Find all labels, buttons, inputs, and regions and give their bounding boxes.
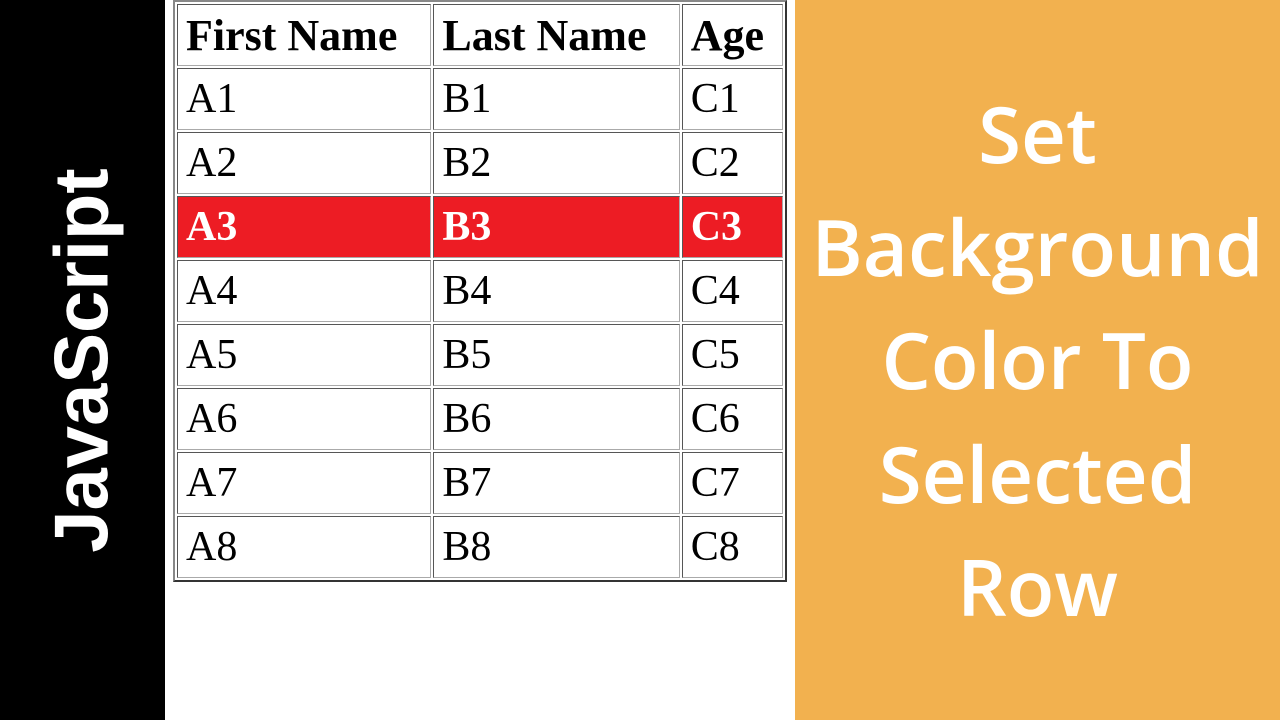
table-row[interactable]: A5B5C5 — [177, 324, 783, 386]
table-cell[interactable]: C5 — [682, 324, 783, 386]
table-cell[interactable]: C3 — [682, 196, 783, 258]
table-row[interactable]: A8B8C8 — [177, 516, 783, 578]
table-cell[interactable]: A3 — [177, 196, 431, 258]
data-table[interactable]: First Name Last Name Age A1B1C1A2B2C2A3B… — [173, 0, 787, 582]
table-cell[interactable]: A7 — [177, 452, 431, 514]
table-cell[interactable]: A8 — [177, 516, 431, 578]
table-cell[interactable]: B3 — [433, 196, 679, 258]
table-cell[interactable]: B6 — [433, 388, 679, 450]
brand-label: JavaScript — [39, 168, 126, 552]
col-header-first-name: First Name — [177, 4, 431, 66]
left-sidebar: JavaScript — [0, 0, 165, 720]
table-cell[interactable]: C4 — [682, 260, 783, 322]
table-cell[interactable]: B8 — [433, 516, 679, 578]
table-row[interactable]: A2B2C2 — [177, 132, 783, 194]
table-cell[interactable]: C7 — [682, 452, 783, 514]
table-cell[interactable]: B5 — [433, 324, 679, 386]
table-cell[interactable]: A1 — [177, 68, 431, 130]
table-cell[interactable]: B4 — [433, 260, 679, 322]
table-row[interactable]: A7B7C7 — [177, 452, 783, 514]
table-row[interactable]: A6B6C6 — [177, 388, 783, 450]
table-cell[interactable]: C1 — [682, 68, 783, 130]
table-header-row: First Name Last Name Age — [177, 4, 783, 66]
table-cell[interactable]: A5 — [177, 324, 431, 386]
table-cell[interactable]: C6 — [682, 388, 783, 450]
table-cell[interactable]: C2 — [682, 132, 783, 194]
table-cell[interactable]: A6 — [177, 388, 431, 450]
table-cell[interactable]: A2 — [177, 132, 431, 194]
table-row[interactable]: A3B3C3 — [177, 196, 783, 258]
col-header-last-name: Last Name — [433, 4, 679, 66]
right-title-panel: Set Background Color To Selected Row — [795, 0, 1280, 720]
table-body: A1B1C1A2B2C2A3B3C3A4B4C4A5B5C5A6B6C6A7B7… — [177, 68, 783, 578]
table-cell[interactable]: B2 — [433, 132, 679, 194]
col-header-age: Age — [682, 4, 783, 66]
page-title: Set Background Color To Selected Row — [805, 77, 1270, 642]
table-cell[interactable]: C8 — [682, 516, 783, 578]
table-panel: First Name Last Name Age A1B1C1A2B2C2A3B… — [165, 0, 795, 720]
table-cell[interactable]: B7 — [433, 452, 679, 514]
table-cell[interactable]: A4 — [177, 260, 431, 322]
table-cell[interactable]: B1 — [433, 68, 679, 130]
table-row[interactable]: A1B1C1 — [177, 68, 783, 130]
table-row[interactable]: A4B4C4 — [177, 260, 783, 322]
